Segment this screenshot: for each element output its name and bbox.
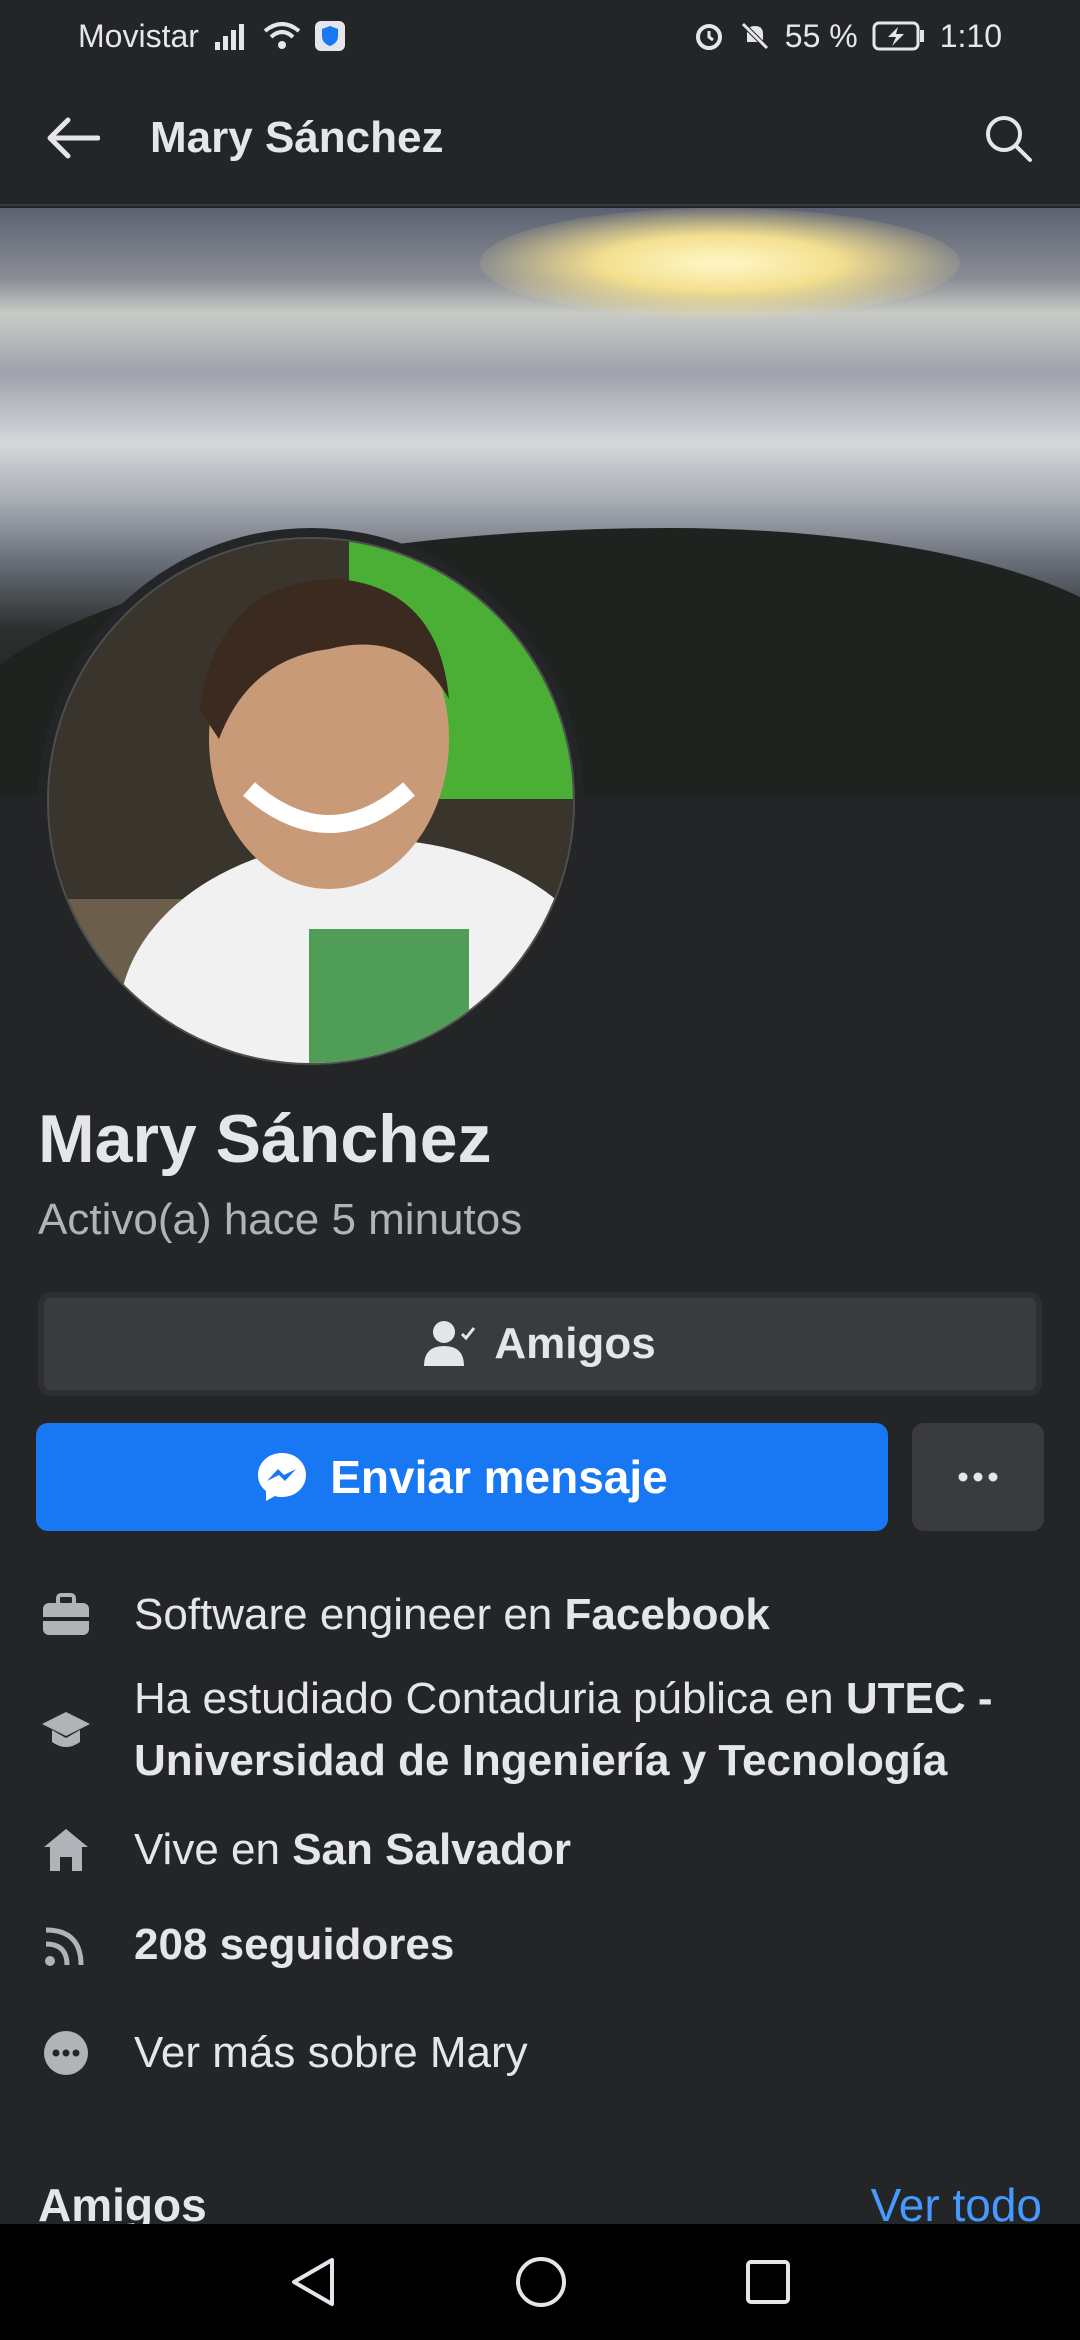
notifications-off-icon: [741, 22, 769, 50]
status-left: Movistar: [78, 18, 345, 55]
intro-followers[interactable]: 208 seguidores: [38, 1914, 1048, 1976]
more-circle-icon: [38, 2025, 94, 2081]
app-bar: Mary Sánchez: [0, 72, 1080, 206]
nav-home-icon[interactable]: [514, 2255, 568, 2309]
more-horizontal-icon: [958, 1472, 998, 1482]
friend-check-icon: [424, 1321, 476, 1366]
cover-sunset-glow: [480, 208, 960, 318]
see-more-about-label: Ver más sobre Mary: [134, 2028, 528, 2077]
lives-place[interactable]: San Salvador: [292, 1825, 571, 1874]
work-prefix: Software engineer en: [134, 1590, 565, 1639]
briefcase-icon: [38, 1587, 94, 1643]
rss-feed-icon: [38, 1917, 94, 1973]
alarm-icon: [695, 24, 722, 50]
arrow-left-icon: [47, 117, 100, 159]
profile-name: Mary Sánchez: [38, 1101, 492, 1177]
friends-button[interactable]: Amigos: [38, 1292, 1042, 1396]
profile-photo: [49, 539, 573, 1063]
clock: 1:10: [939, 17, 1002, 54]
search-button[interactable]: [976, 106, 1040, 170]
study-prefix: Ha estudiado Contaduria pública en: [134, 1674, 846, 1723]
intro-lives: Vive en San Salvador: [38, 1819, 1048, 1881]
see-more-about-button[interactable]: Ver más sobre Mary: [38, 2022, 1048, 2084]
search-icon: [986, 116, 1032, 162]
more-options-button[interactable]: [912, 1423, 1044, 1531]
shield-icon: [314, 21, 345, 51]
nav-recents-icon[interactable]: [744, 2258, 792, 2306]
send-message-label: Enviar mensaje: [330, 1451, 668, 1503]
carrier-name: Movistar: [78, 17, 199, 54]
graduation-cap-icon: [38, 1702, 94, 1758]
back-button[interactable]: [40, 106, 104, 170]
system-nav-bar: [0, 2224, 1080, 2340]
intro-lives-text: Vive en San Salvador: [134, 1819, 571, 1881]
send-message-button[interactable]: Enviar mensaje: [36, 1423, 888, 1531]
avatar-frame: [38, 528, 584, 1074]
intro-work-text: Software engineer en Facebook: [134, 1584, 770, 1646]
followers-count: 208 seguidores: [134, 1920, 455, 1969]
friends-button-label: Amigos: [494, 1319, 656, 1368]
wifi-icon: [263, 22, 301, 49]
intro-education: Ha estudiado Contaduria pública en UTEC …: [38, 1668, 1048, 1792]
battery-percent: 55 %: [784, 17, 858, 54]
home-icon: [38, 1822, 94, 1878]
avatar[interactable]: [47, 537, 575, 1065]
app-bar-title: Mary Sánchez: [150, 113, 444, 162]
battery-charging-icon: [872, 21, 924, 51]
intro-work: Software engineer en Facebook: [38, 1584, 1048, 1646]
signal-icon: [214, 24, 244, 50]
lives-prefix: Vive en: [134, 1825, 293, 1874]
work-place[interactable]: Facebook: [565, 1590, 770, 1639]
intro-education-text: Ha estudiado Contaduria pública en UTEC …: [134, 1668, 1048, 1792]
status-bar: Movistar 55 % 1:10: [0, 0, 1080, 72]
messenger-icon: [258, 1453, 307, 1501]
nav-back-icon[interactable]: [288, 2256, 338, 2308]
last-active-status: Activo(a) hace 5 minutos: [38, 1195, 523, 1244]
status-right: 55 % 1:10: [693, 18, 1002, 55]
